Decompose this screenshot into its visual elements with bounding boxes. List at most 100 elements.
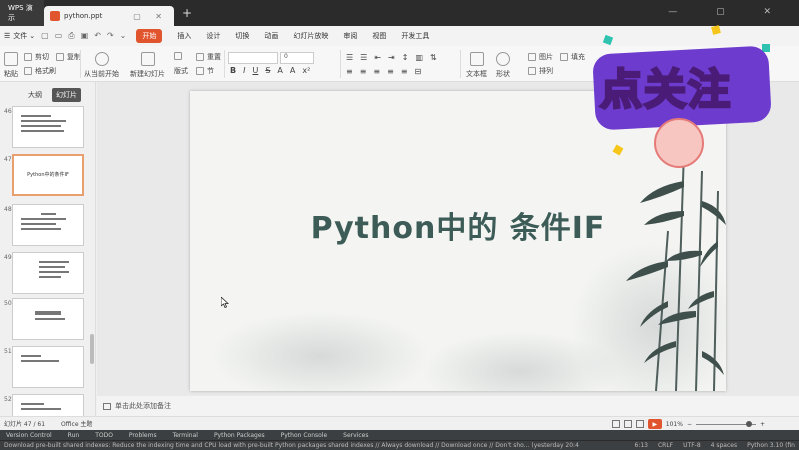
new-tab-button[interactable]: + [182,6,192,20]
zoom-out-icon[interactable]: − [687,421,692,428]
slideshow-play-button[interactable]: ▶ [647,419,662,429]
section-button[interactable]: 节 [196,66,214,76]
tab-controls[interactable]: ▢ ✕ [133,12,168,21]
open-icon[interactable]: ▭ [55,31,63,41]
tab-design[interactable]: 设计 [206,31,220,41]
notes-pane[interactable]: 单击此处添加备注 [97,396,799,416]
preview-icon[interactable]: ▣ [81,31,89,41]
slide-thumbnail[interactable]: 52 [0,394,96,416]
file-menu-button[interactable]: ☰ 文件 ⌄ [4,31,35,41]
tool-services[interactable]: Services [343,432,368,439]
slide-thumbnail[interactable]: 46 [0,106,96,150]
save-icon[interactable]: ▢ [41,31,49,41]
normal-view-icon[interactable] [611,420,620,428]
strikethrough-button[interactable]: S [265,66,270,75]
slide-count: 幻灯片 47 / 61 [4,421,46,428]
panel-scrollbar[interactable] [90,334,94,364]
layout-label: 版式 [174,67,188,75]
font-color-icon[interactable]: A [277,66,282,75]
tab-animation[interactable]: 动画 [264,31,278,41]
tool-version-control[interactable]: Version Control [6,432,52,439]
tool-python-console[interactable]: Python Console [281,432,328,439]
play-from-current-button[interactable]: 从当前开始 [84,52,119,79]
bullets-icon[interactable]: ☰ [346,53,353,62]
tab-slideshow[interactable]: 幻灯片放映 [293,31,328,41]
window-controls[interactable]: — ▢ ✕ [668,7,789,17]
tool-run[interactable]: Run [68,432,80,439]
zoom-slider[interactable] [695,420,756,427]
tab-outline[interactable]: 大纲 [24,88,46,102]
cut-button[interactable]: 剪切 [24,52,49,62]
format-painter-button[interactable]: 格式刷 [24,66,56,76]
sorter-view-icon[interactable] [623,420,632,428]
python-interpreter[interactable]: Python 3.10 (fin [747,442,795,449]
tab-review[interactable]: 审阅 [343,31,357,41]
tab-developer[interactable]: 开发工具 [401,31,429,41]
confetti-decoration [602,34,614,46]
layout-button[interactable] [174,52,182,60]
shape-button[interactable]: 形状 [496,52,510,79]
reset-button[interactable]: 重置 [196,52,221,62]
zoom-in-icon[interactable]: + [760,421,765,428]
slide-thumbnail[interactable]: 48 [0,204,96,248]
zoom-slider-knob[interactable] [745,420,752,427]
tool-python-packages[interactable]: Python Packages [214,432,265,439]
slide-thumbnail[interactable]: 50 [0,298,96,342]
tool-todo[interactable]: TODO [95,432,113,439]
print-icon[interactable]: ⎙ [68,31,74,41]
slide-title[interactable]: Python中的 条件IF [190,203,726,247]
layout-label-button[interactable]: 版式 [174,66,188,76]
wps-app-tab[interactable]: WPS 演示 [0,0,44,26]
dropdown-icon[interactable]: ⌄ [120,31,127,41]
font-size-select[interactable]: 0 [280,52,314,64]
tab-view[interactable]: 视图 [372,31,386,41]
distribute-icon[interactable]: ≡ [401,67,408,76]
indent-setting[interactable]: 4 spaces [711,442,737,449]
slide-thumbnail-selected[interactable]: 47 Python中的条件IF [0,154,96,198]
underline-button[interactable]: U [252,66,258,75]
cursor-position[interactable]: 6:13 [635,442,648,449]
paste-button[interactable]: 粘贴 [4,52,18,79]
tab-transition[interactable]: 切换 [235,31,249,41]
bold-button[interactable]: B [230,66,236,75]
redo-icon[interactable]: ↷ [107,31,114,41]
copy-button[interactable]: 复制 [56,52,81,62]
fill-icon [560,53,568,61]
tab-insert[interactable]: 插入 [177,31,191,41]
tab-home[interactable]: 开始 [136,29,163,43]
new-slide-button[interactable]: 新建幻灯片 [130,52,165,79]
file-encoding[interactable]: UTF-8 [683,442,701,449]
font-name-select[interactable] [228,52,278,64]
highlight-icon[interactable]: A [290,66,295,75]
superscript-icon[interactable]: x² [302,66,310,75]
align-center-icon[interactable]: ≡ [360,67,367,76]
slide-thumbnail[interactable]: 49 [0,252,96,296]
align-left-icon[interactable]: ≡ [346,67,353,76]
align-right-icon[interactable]: ≡ [373,67,380,76]
arrange-button[interactable]: 排列 [528,66,553,76]
slide-preview: Python中的条件IF [12,154,84,196]
fill-button[interactable]: 填充 [560,52,585,62]
play-icon [94,52,109,66]
text-direction-icon[interactable]: ⇅ [430,53,437,62]
columns-icon[interactable]: ▥ [415,53,423,62]
tool-terminal[interactable]: Terminal [173,432,198,439]
tool-problems[interactable]: Problems [129,432,157,439]
line-ending[interactable]: CRLF [658,442,673,449]
tab-slides[interactable]: 幻灯片 [52,88,81,102]
indent-increase-icon[interactable]: ⇥ [388,53,395,62]
ide-notification-message[interactable]: Download pre-built shared indexes: Reduc… [4,442,579,449]
vertical-align-icon[interactable]: ⊟ [415,67,422,76]
reading-view-icon[interactable] [635,420,644,428]
justify-icon[interactable]: ≡ [387,67,394,76]
text-box-button[interactable]: 文本框 [466,52,487,79]
numbering-icon[interactable]: ☰ [360,53,367,62]
document-tab[interactable]: python.ppt ▢ ✕ [44,6,174,26]
undo-icon[interactable]: ↶ [94,31,101,41]
ide-status-right: 6:13 CRLF UTF-8 4 spaces Python 3.10 (fi… [628,442,795,449]
indent-decrease-icon[interactable]: ⇤ [374,53,381,62]
slide-thumbnail[interactable]: 51 [0,346,96,390]
italic-button[interactable]: I [243,66,245,75]
line-spacing-icon[interactable]: ↕ [402,53,409,62]
picture-button[interactable]: 图片 [528,52,553,62]
